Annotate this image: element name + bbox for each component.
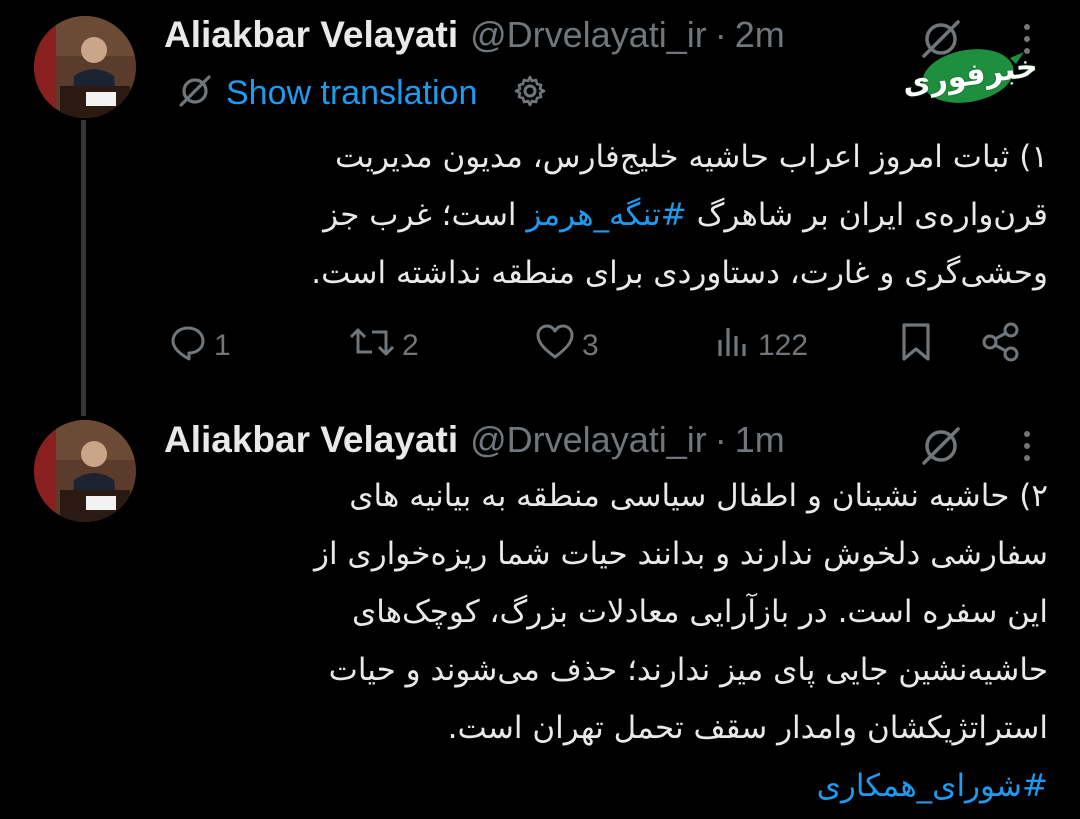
avatar[interactable] bbox=[34, 16, 136, 118]
show-translation-link[interactable]: Show translation bbox=[226, 74, 477, 113]
hashtag-link[interactable]: #شورای_همکاری bbox=[817, 768, 1048, 804]
translate-icon bbox=[176, 72, 214, 114]
author-display-name[interactable]: Aliakbar Velayati bbox=[164, 14, 458, 56]
tweet-text: ۲) حاشیه نشینان و اطفال سیاسی منطقه به ب… bbox=[164, 467, 1048, 815]
tweet-text-line: استراتژیکشان وامدار سقف تحمل تهران است. bbox=[447, 710, 1048, 746]
hashtag-link[interactable]: #تنگه_هرمز bbox=[526, 197, 686, 233]
views-icon bbox=[712, 322, 752, 370]
reply-button[interactable]: 1 bbox=[168, 320, 231, 372]
gear-icon[interactable] bbox=[513, 74, 547, 112]
share-icon bbox=[980, 321, 1022, 371]
tweet-text-line: این سفره است. در بازآرایی معادلات بزرگ، … bbox=[351, 594, 1048, 630]
tweet[interactable]: Aliakbar Velayati @Drvelayati_ir · 2m Sh… bbox=[0, 0, 1080, 400]
retweet-count: 2 bbox=[402, 329, 419, 362]
tweet-action-bar: 1 2 3 122 bbox=[168, 320, 1028, 372]
tweet-text-segment: قرن‌واره‌ی ایران بر شاهرگ bbox=[686, 197, 1048, 233]
view-count: 122 bbox=[758, 329, 809, 362]
more-options-icon[interactable] bbox=[1020, 429, 1034, 463]
tweet-header: Aliakbar Velayati @Drvelayati_ir · 2m bbox=[164, 12, 785, 58]
like-icon bbox=[534, 322, 576, 370]
tweet-text-line: ۲) حاشیه نشینان و اطفال سیاسی منطقه به ب… bbox=[349, 478, 1048, 514]
author-display-name[interactable]: Aliakbar Velayati bbox=[164, 419, 458, 461]
tweet-text-line: ۱) ثبات امروز اعراب حاشیه خلیج‌فارس، مدی… bbox=[334, 139, 1048, 175]
tweet-timestamp[interactable]: 2m bbox=[735, 14, 785, 56]
retweet-button[interactable]: 2 bbox=[348, 320, 419, 372]
tweet-text-line: حاشیه‌نشین جایی پای میز ندارند؛ حذف می‌ش… bbox=[328, 652, 1048, 688]
translation-row: Show translation bbox=[176, 70, 547, 116]
tweet-text-line: وحشی‌گری و غارت، دستاوردی برای منطقه ندا… bbox=[311, 255, 1048, 291]
retweet-icon bbox=[348, 322, 396, 370]
like-count: 3 bbox=[582, 329, 599, 362]
tweet-text-segment: است؛ غرب جز bbox=[323, 197, 527, 233]
reply-icon bbox=[168, 322, 208, 370]
author-handle[interactable]: @Drvelayati_ir bbox=[470, 14, 707, 56]
grok-icon[interactable] bbox=[918, 423, 964, 469]
tweet-text: ۱) ثبات امروز اعراب حاشیه خلیج‌فارس، مدی… bbox=[164, 128, 1048, 302]
tweet[interactable]: Aliakbar Velayati @Drvelayati_ir · 1m ۲)… bbox=[0, 405, 1080, 819]
time-separator: · bbox=[714, 419, 727, 460]
reply-count: 1 bbox=[214, 329, 231, 362]
bookmark-icon bbox=[896, 321, 936, 371]
watermark-logo: خبرفوری bbox=[900, 44, 1040, 106]
tweet-text-line: قرن‌واره‌ی ایران بر شاهرگ #تنگه_هرمز است… bbox=[164, 186, 1048, 244]
tweet-timestamp[interactable]: 1m bbox=[735, 419, 785, 461]
tweet-hashtag-line: #شورای_همکاری bbox=[164, 757, 1048, 815]
time-separator: · bbox=[714, 14, 727, 55]
share-button[interactable] bbox=[980, 320, 1022, 372]
avatar[interactable] bbox=[34, 420, 136, 522]
tweet-header: Aliakbar Velayati @Drvelayati_ir · 1m bbox=[164, 417, 785, 463]
views-button[interactable]: 122 bbox=[712, 320, 808, 372]
author-handle[interactable]: @Drvelayati_ir bbox=[470, 419, 707, 461]
bookmark-button[interactable] bbox=[896, 320, 936, 372]
tweet-text-line: سفارشی دلخوش ندارند و بدانند حیات شما ری… bbox=[314, 536, 1048, 572]
like-button[interactable]: 3 bbox=[534, 320, 599, 372]
